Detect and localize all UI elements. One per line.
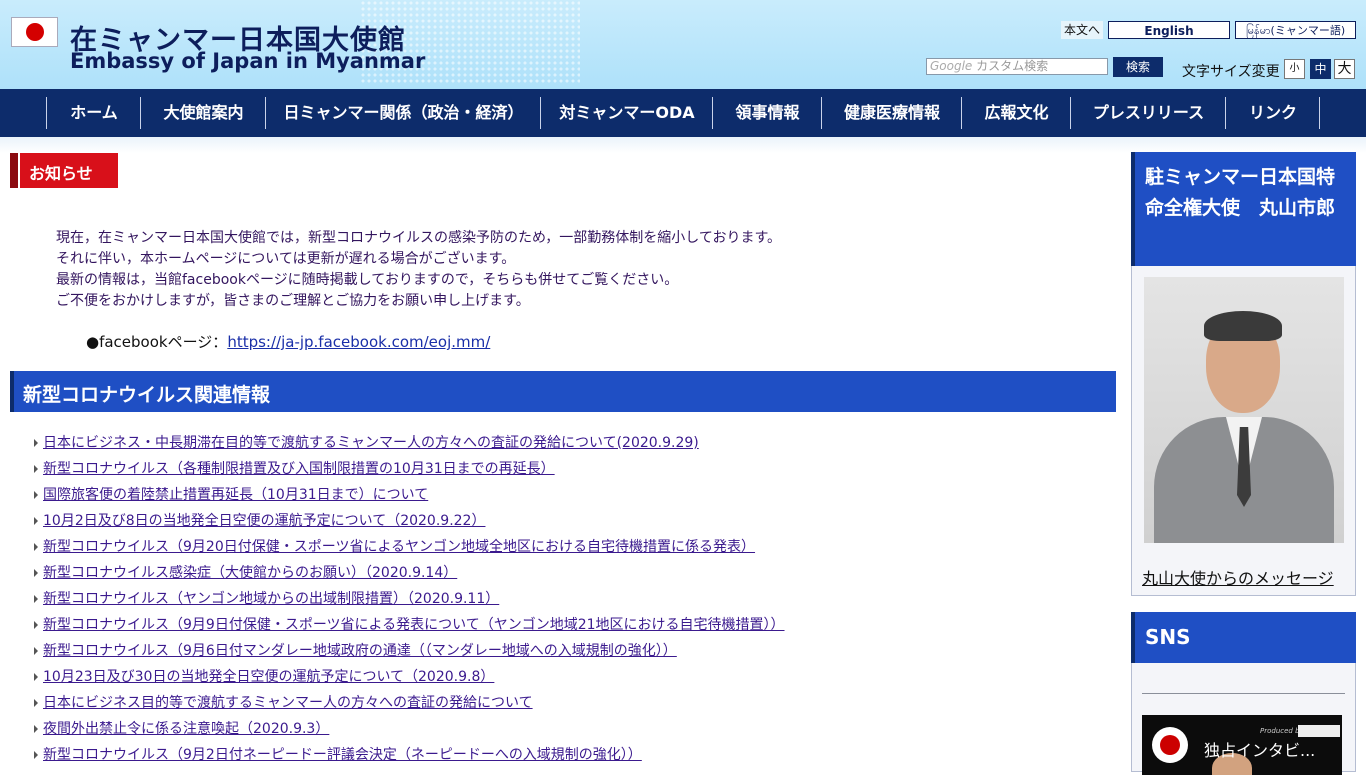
list-item: 新型コロナウイルス（9月2日付ネーピードー評議会決定（ネーピードーへの入域規制の…	[34, 742, 785, 768]
list-item: 日本にビジネス目的等で渡航するミャンマー人の方々への査証の発給について	[34, 690, 785, 716]
nav-press[interactable]: プレスリリース	[1070, 97, 1226, 129]
notice-line: 現在，在ミャンマー日本国大使館では，新型コロナウイルスの感染予防のため，一部勤務…	[56, 230, 782, 246]
ambassador-photo[interactable]	[1144, 277, 1344, 543]
ambassador-message-link[interactable]: 丸山大使からのメッセージ	[1142, 565, 1334, 589]
notice-heading-label: お知らせ	[29, 164, 93, 183]
producer-logo-icon	[1298, 725, 1340, 737]
arrow-icon	[34, 751, 38, 759]
nav-home[interactable]: ホーム	[46, 97, 141, 129]
news-link[interactable]: 新型コロナウイルス（9月6日付マンダレー地域政府の通達（（マンダレー地域への入域…	[43, 643, 677, 659]
lang-myanmar-button[interactable]: မြန်မာ(ミャンマー語)	[1235, 21, 1356, 39]
facebook-link[interactable]: https://ja-jp.facebook.com/eoj.mm/	[227, 333, 490, 351]
nav-embassy-info[interactable]: 大使館案内	[140, 97, 266, 129]
arrow-icon	[34, 517, 38, 525]
arrow-icon	[34, 699, 38, 707]
arrow-icon	[34, 439, 38, 447]
list-item: 新型コロナウイルス（各種制限措置及び入国制限措置の10月31日までの再延長）	[34, 456, 785, 482]
main-nav: ホーム 大使館案内 日ミャンマー関係（政治・経済） 対ミャンマーODA 領事情報…	[0, 89, 1366, 137]
list-item: 新型コロナウイルス（9月6日付マンダレー地域政府の通達（（マンダレー地域への入域…	[34, 638, 785, 664]
notice-line: それに伴い，本ホームページについては更新が遅れる場合がございます。	[56, 251, 516, 267]
news-link[interactable]: 10月2日及び8日の当地発全日空便の運航予定について（2020.9.22）	[43, 513, 485, 529]
skip-to-content-link[interactable]: 本文へ	[1061, 21, 1103, 39]
notice-body: 現在，在ミャンマー日本国大使館では，新型コロナウイルスの感染予防のため，一部勤務…	[56, 228, 781, 312]
google-brand: Google	[930, 59, 973, 73]
site-title-en[interactable]: Embassy of Japan in Myanmar	[70, 49, 425, 73]
nav-health[interactable]: 健康医療情報	[821, 97, 962, 129]
site-header: 在ミャンマー日本国大使館 Embassy of Japan in Myanmar…	[0, 0, 1366, 89]
news-link[interactable]: 新型コロナウイルス感染症（大使館からのお願い）（2020.9.14）	[43, 565, 457, 581]
ambassador-heading: 駐ミャンマー日本国特命全権大使 丸山市郎	[1131, 152, 1356, 266]
list-item: 10月23日及び30日の当地発全日空便の運航予定について（2020.9.8）	[34, 664, 785, 690]
search-button[interactable]: 検索	[1113, 57, 1163, 77]
list-item: 国際旅客便の着陸禁止措置再延長（10月31日まで）について	[34, 482, 785, 508]
ambassador-heading-label: 駐ミャンマー日本国特命全権大使 丸山市郎	[1145, 166, 1336, 219]
lang-english-button[interactable]: English	[1108, 21, 1230, 39]
facebook-prefix: ●facebookページ：	[86, 333, 228, 351]
nav-oda[interactable]: 対ミャンマーODA	[540, 97, 713, 129]
list-item: 夜間外出禁止令に係る注意喚起（2020.9.3）	[34, 716, 785, 742]
news-link[interactable]: 新型コロナウイルス（9月20日付保健・スポーツ省によるヤンゴン地域全地区における…	[43, 539, 755, 555]
arrow-icon	[34, 621, 38, 629]
covid-heading-label: 新型コロナウイルス関連情報	[23, 384, 271, 406]
list-item: 新型コロナウイルス（9月9日付保健・スポーツ省による発表について（ヤンゴン地域2…	[34, 612, 785, 638]
font-size-label: 文字サイズ変更	[1182, 64, 1280, 80]
news-link[interactable]: 国際旅客便の着陸禁止措置再延長（10月31日まで）について	[43, 487, 428, 503]
list-item: 新型コロナウイルス感染症（大使館からのお願い）（2020.9.14）	[34, 560, 785, 586]
notice-heading-bar	[10, 153, 20, 188]
arrow-icon	[34, 673, 38, 681]
nav-divider	[1319, 97, 1320, 129]
news-link[interactable]: 新型コロナウイルス（9月9日付保健・スポーツ省による発表について（ヤンゴン地域2…	[43, 617, 785, 633]
font-size-small-button[interactable]: 小	[1284, 59, 1305, 79]
arrow-icon	[34, 569, 38, 577]
list-item: 10月2日及び8日の当地発全日空便の運航予定について（2020.9.22）	[34, 508, 785, 534]
search-placeholder: カスタム検索	[976, 59, 1049, 73]
covid-section-heading: 新型コロナウイルス関連情報	[10, 371, 1116, 412]
list-item: 日本にビジネス・中長期滞在目的等で渡航するミャンマー人の方々への査証の発給につい…	[34, 430, 785, 456]
news-link[interactable]: 日本にビジネス・中長期滞在目的等で渡航するミャンマー人の方々への査証の発給につい…	[43, 435, 699, 451]
sns-divider	[1142, 693, 1345, 694]
list-item: 新型コロナウイルス（ヤンゴン地域からの出域制限措置）（2020.9.11）	[34, 586, 785, 612]
nav-shadow	[0, 137, 1366, 153]
video-title: 独占インタビ...	[1204, 741, 1316, 760]
japan-flag-icon	[11, 17, 58, 47]
news-link[interactable]: 夜間外出禁止令に係る注意喚起（2020.9.3）	[43, 721, 329, 737]
photo-hair	[1204, 311, 1282, 341]
arrow-icon	[34, 543, 38, 551]
notice-line: ご不便をおかけしますが，皆さまのご理解とご協力をお願い申し上げます。	[56, 293, 530, 309]
arrow-icon	[34, 595, 38, 603]
nav-relations[interactable]: 日ミャンマー関係（政治・経済）	[265, 97, 541, 129]
arrow-icon	[34, 465, 38, 473]
news-link[interactable]: 日本にビジネス目的等で渡航するミャンマー人の方々への査証の発給について	[43, 695, 533, 711]
notice-line: 最新の情報は，当館facebookページに随時掲載しておりますので，そちらも併せ…	[56, 272, 679, 288]
notice-heading: お知らせ	[10, 153, 118, 188]
sns-heading-label: SNS	[1145, 625, 1191, 649]
news-link[interactable]: 10月23日及び30日の当地発全日空便の運航予定について（2020.9.8）	[43, 669, 494, 685]
nav-links[interactable]: リンク	[1225, 97, 1320, 129]
font-size-large-button[interactable]: 大	[1334, 59, 1355, 79]
news-link[interactable]: 新型コロナウイルス（9月2日付ネーピードー評議会決定（ネーピードーへの入域規制の…	[43, 747, 642, 763]
sns-heading: SNS	[1131, 612, 1356, 663]
facebook-line: ●facebookページ：https://ja-jp.facebook.com/…	[86, 331, 490, 352]
news-link[interactable]: 新型コロナウイルス（ヤンゴン地域からの出域制限措置）（2020.9.11）	[43, 591, 499, 607]
nav-consular[interactable]: 領事情報	[712, 97, 822, 129]
covid-news-list: 日本にビジネス・中長期滞在目的等で渡航するミャンマー人の方々への査証の発給につい…	[34, 430, 785, 768]
search-input[interactable]: Google カスタム検索	[926, 58, 1108, 75]
arrow-icon	[34, 491, 38, 499]
video-thumbnail[interactable]: Produced by 独占インタビ...	[1142, 715, 1342, 775]
font-size-medium-button[interactable]: 中	[1310, 59, 1331, 79]
arrow-icon	[34, 647, 38, 655]
news-link[interactable]: 新型コロナウイルス（各種制限措置及び入国制限措置の10月31日までの再延長）	[43, 461, 555, 477]
nav-culture[interactable]: 広報文化	[961, 97, 1071, 129]
list-item: 新型コロナウイルス（9月20日付保健・スポーツ省によるヤンゴン地域全地区における…	[34, 534, 785, 560]
arrow-icon	[34, 725, 38, 733]
channel-logo-icon	[1152, 727, 1188, 763]
